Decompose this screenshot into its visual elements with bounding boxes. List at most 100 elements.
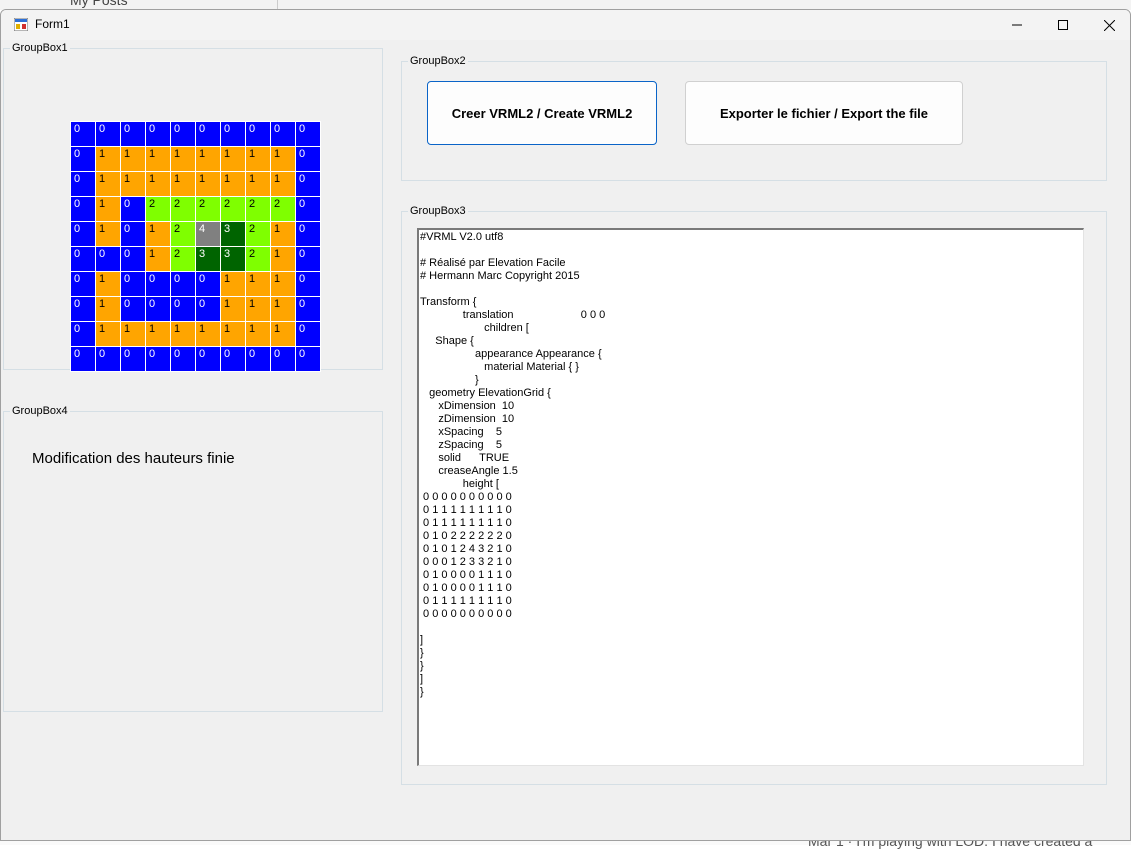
grid-cell[interactable]: 0: [296, 297, 320, 321]
grid-cell[interactable]: 1: [221, 272, 245, 296]
grid-cell[interactable]: 1: [221, 322, 245, 346]
grid-cell[interactable]: 1: [196, 322, 220, 346]
grid-cell[interactable]: 1: [171, 147, 195, 171]
grid-cell[interactable]: 0: [71, 272, 95, 296]
grid-cell[interactable]: 0: [71, 322, 95, 346]
grid-cell[interactable]: 0: [146, 272, 170, 296]
grid-cell[interactable]: 1: [96, 297, 120, 321]
grid-cell[interactable]: 1: [96, 172, 120, 196]
grid-cell[interactable]: 0: [221, 122, 245, 146]
grid-cell[interactable]: 1: [271, 222, 295, 246]
grid-cell[interactable]: 1: [221, 172, 245, 196]
grid-cell[interactable]: 1: [96, 197, 120, 221]
grid-cell[interactable]: 1: [146, 247, 170, 271]
grid-cell[interactable]: 3: [221, 247, 245, 271]
grid-cell[interactable]: 2: [171, 247, 195, 271]
grid-cell[interactable]: 1: [96, 322, 120, 346]
grid-cell[interactable]: 0: [121, 347, 145, 371]
grid-cell[interactable]: 0: [196, 122, 220, 146]
grid-cell[interactable]: 1: [121, 172, 145, 196]
grid-cell[interactable]: 0: [146, 122, 170, 146]
grid-cell[interactable]: 0: [71, 247, 95, 271]
grid-cell[interactable]: 1: [196, 147, 220, 171]
grid-cell[interactable]: 0: [271, 122, 295, 146]
grid-cell[interactable]: 2: [146, 197, 170, 221]
grid-cell[interactable]: 1: [146, 222, 170, 246]
grid-cell[interactable]: 1: [96, 272, 120, 296]
create-vrml-button[interactable]: Creer VRML2 / Create VRML2: [427, 81, 657, 145]
grid-cell[interactable]: 1: [246, 172, 270, 196]
grid-cell[interactable]: 2: [246, 222, 270, 246]
grid-cell[interactable]: 0: [71, 197, 95, 221]
grid-cell[interactable]: 3: [196, 247, 220, 271]
grid-cell[interactable]: 1: [271, 297, 295, 321]
grid-cell[interactable]: 0: [246, 347, 270, 371]
grid-cell[interactable]: 1: [146, 172, 170, 196]
grid-cell[interactable]: 1: [96, 222, 120, 246]
grid-cell[interactable]: 0: [196, 272, 220, 296]
vrml-output-textbox[interactable]: #VRML V2.0 utf8 # Réalisé par Elevation …: [417, 228, 1084, 766]
grid-cell[interactable]: 0: [221, 347, 245, 371]
grid-cell[interactable]: 0: [121, 272, 145, 296]
grid-cell[interactable]: 1: [171, 172, 195, 196]
grid-cell[interactable]: 0: [296, 347, 320, 371]
grid-cell[interactable]: 1: [246, 297, 270, 321]
grid-cell[interactable]: 1: [271, 247, 295, 271]
grid-cell[interactable]: 0: [121, 297, 145, 321]
grid-cell[interactable]: 1: [221, 297, 245, 321]
grid-cell[interactable]: 1: [246, 272, 270, 296]
grid-cell[interactable]: 0: [121, 222, 145, 246]
grid-cell[interactable]: 1: [96, 147, 120, 171]
grid-cell[interactable]: 1: [121, 147, 145, 171]
grid-cell[interactable]: 0: [146, 347, 170, 371]
grid-cell[interactable]: 1: [146, 147, 170, 171]
grid-cell[interactable]: 1: [271, 147, 295, 171]
grid-cell[interactable]: 2: [246, 197, 270, 221]
grid-cell[interactable]: 0: [296, 172, 320, 196]
grid-cell[interactable]: 0: [121, 197, 145, 221]
grid-cell[interactable]: 2: [246, 247, 270, 271]
grid-cell[interactable]: 0: [121, 247, 145, 271]
grid-cell[interactable]: 2: [271, 197, 295, 221]
grid-cell[interactable]: 0: [296, 272, 320, 296]
grid-cell[interactable]: 0: [71, 147, 95, 171]
grid-cell[interactable]: 0: [296, 322, 320, 346]
grid-cell[interactable]: 0: [171, 122, 195, 146]
grid-cell[interactable]: 0: [96, 247, 120, 271]
export-file-button[interactable]: Exporter le fichier / Export the file: [685, 81, 963, 145]
grid-cell[interactable]: 0: [296, 247, 320, 271]
grid-cell[interactable]: 4: [196, 222, 220, 246]
grid-cell[interactable]: 0: [96, 347, 120, 371]
grid-cell[interactable]: 1: [271, 172, 295, 196]
grid-cell[interactable]: 1: [246, 147, 270, 171]
grid-cell[interactable]: 0: [121, 122, 145, 146]
grid-cell[interactable]: 0: [296, 222, 320, 246]
grid-cell[interactable]: 0: [171, 272, 195, 296]
grid-cell[interactable]: 0: [71, 297, 95, 321]
grid-cell[interactable]: 0: [71, 222, 95, 246]
grid-cell[interactable]: 0: [96, 122, 120, 146]
grid-cell[interactable]: 2: [171, 222, 195, 246]
grid-cell[interactable]: 0: [71, 172, 95, 196]
grid-cell[interactable]: 1: [246, 322, 270, 346]
grid-cell[interactable]: 2: [196, 197, 220, 221]
maximize-button[interactable]: [1040, 10, 1086, 40]
grid-cell[interactable]: 3: [221, 222, 245, 246]
title-bar[interactable]: Form1: [1, 10, 1130, 40]
grid-cell[interactable]: 0: [296, 197, 320, 221]
grid-cell[interactable]: 0: [171, 347, 195, 371]
grid-cell[interactable]: 0: [271, 347, 295, 371]
grid-cell[interactable]: 1: [121, 322, 145, 346]
grid-cell[interactable]: 0: [296, 147, 320, 171]
close-button[interactable]: [1086, 10, 1130, 40]
grid-cell[interactable]: 0: [146, 297, 170, 321]
grid-cell[interactable]: 1: [196, 172, 220, 196]
grid-cell[interactable]: 2: [171, 197, 195, 221]
grid-cell[interactable]: 0: [71, 122, 95, 146]
grid-cell[interactable]: 0: [196, 297, 220, 321]
grid-cell[interactable]: 0: [71, 347, 95, 371]
grid-cell[interactable]: 1: [171, 322, 195, 346]
minimize-button[interactable]: [994, 10, 1040, 40]
grid-cell[interactable]: 1: [271, 322, 295, 346]
grid-cell[interactable]: 0: [196, 347, 220, 371]
